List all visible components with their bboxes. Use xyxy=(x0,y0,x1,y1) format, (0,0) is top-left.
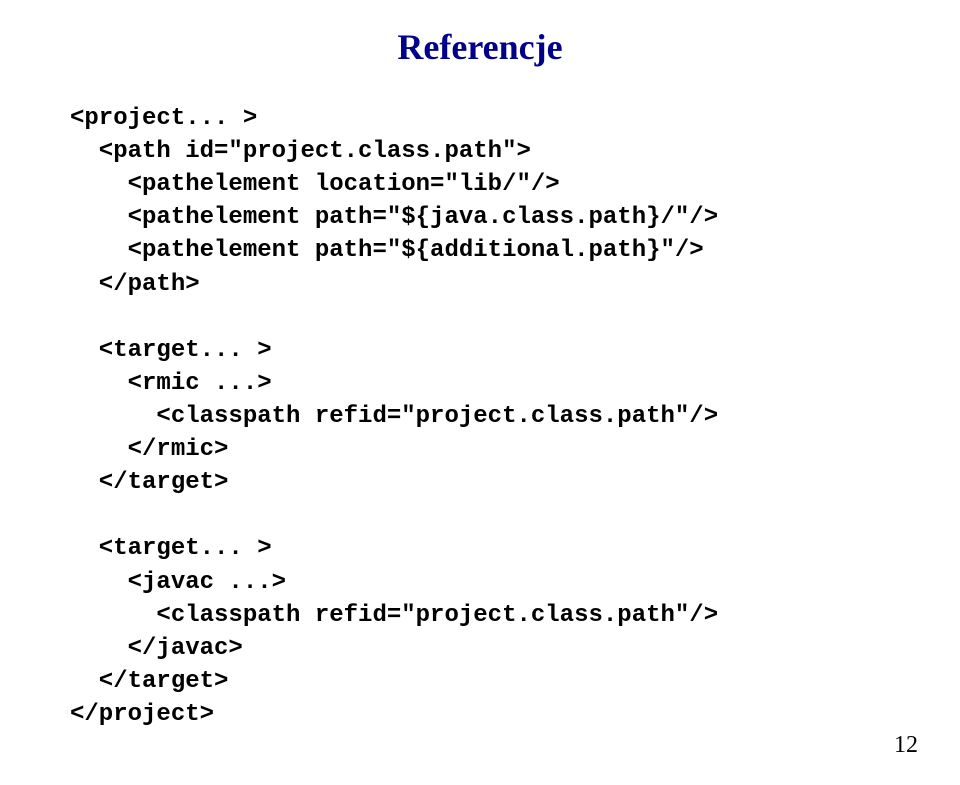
slide-page: Referencje <project... > <path id="proje… xyxy=(0,0,960,785)
page-number: 12 xyxy=(894,732,918,759)
slide-title: Referencje xyxy=(70,26,890,68)
code-block: <project... > <path id="project.class.pa… xyxy=(70,102,890,731)
